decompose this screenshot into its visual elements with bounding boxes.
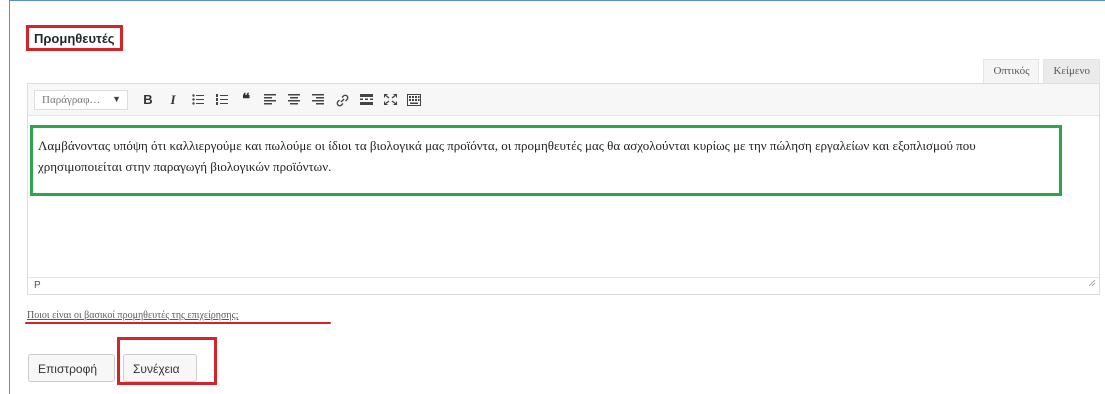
- frame-top-border: [9, 0, 1105, 1]
- format-select[interactable]: Παράγραφ… ▼: [34, 90, 128, 110]
- link-icon[interactable]: [332, 90, 352, 110]
- toolbar-toggle-icon[interactable]: [404, 90, 424, 110]
- chevron-down-icon: ▼: [112, 94, 121, 104]
- section-title: Προμηθευτές: [26, 25, 124, 51]
- help-question: Ποιοι είναι οι βασικοί προμηθευτές της ε…: [27, 310, 239, 321]
- bold-button[interactable]: B: [138, 90, 158, 110]
- frame-left-border: [9, 0, 10, 394]
- bullet-list-icon[interactable]: [188, 90, 208, 110]
- editor-toolbar: Παράγραφ… ▼ B I ❝: [28, 84, 1099, 116]
- tab-text[interactable]: Κείμενο: [1043, 59, 1100, 83]
- italic-button[interactable]: I: [163, 90, 183, 110]
- blockquote-icon[interactable]: ❝: [236, 90, 256, 110]
- tab-visual[interactable]: Οπτικός: [983, 59, 1040, 83]
- back-button[interactable]: Επιστροφή: [28, 354, 115, 382]
- align-left-icon[interactable]: [260, 90, 280, 110]
- editor-statusbar: P: [28, 277, 1099, 294]
- fullscreen-icon[interactable]: [380, 90, 400, 110]
- format-select-value: Παράγραφ…: [42, 94, 101, 106]
- element-path[interactable]: P: [34, 280, 41, 291]
- resize-handle-icon[interactable]: [1088, 274, 1096, 292]
- align-right-icon[interactable]: [308, 90, 328, 110]
- next-button[interactable]: Συνέχεια: [123, 354, 197, 382]
- help-highlight-underline: [25, 322, 331, 324]
- read-more-icon[interactable]: [356, 90, 376, 110]
- align-center-icon[interactable]: [284, 90, 304, 110]
- numbered-list-icon[interactable]: [212, 90, 232, 110]
- editor-content[interactable]: Λαμβάνοντας υπόψη ότι καλλιεργούμε και π…: [30, 125, 1062, 196]
- editor-tabs: Οπτικός Κείμενο: [979, 59, 1100, 83]
